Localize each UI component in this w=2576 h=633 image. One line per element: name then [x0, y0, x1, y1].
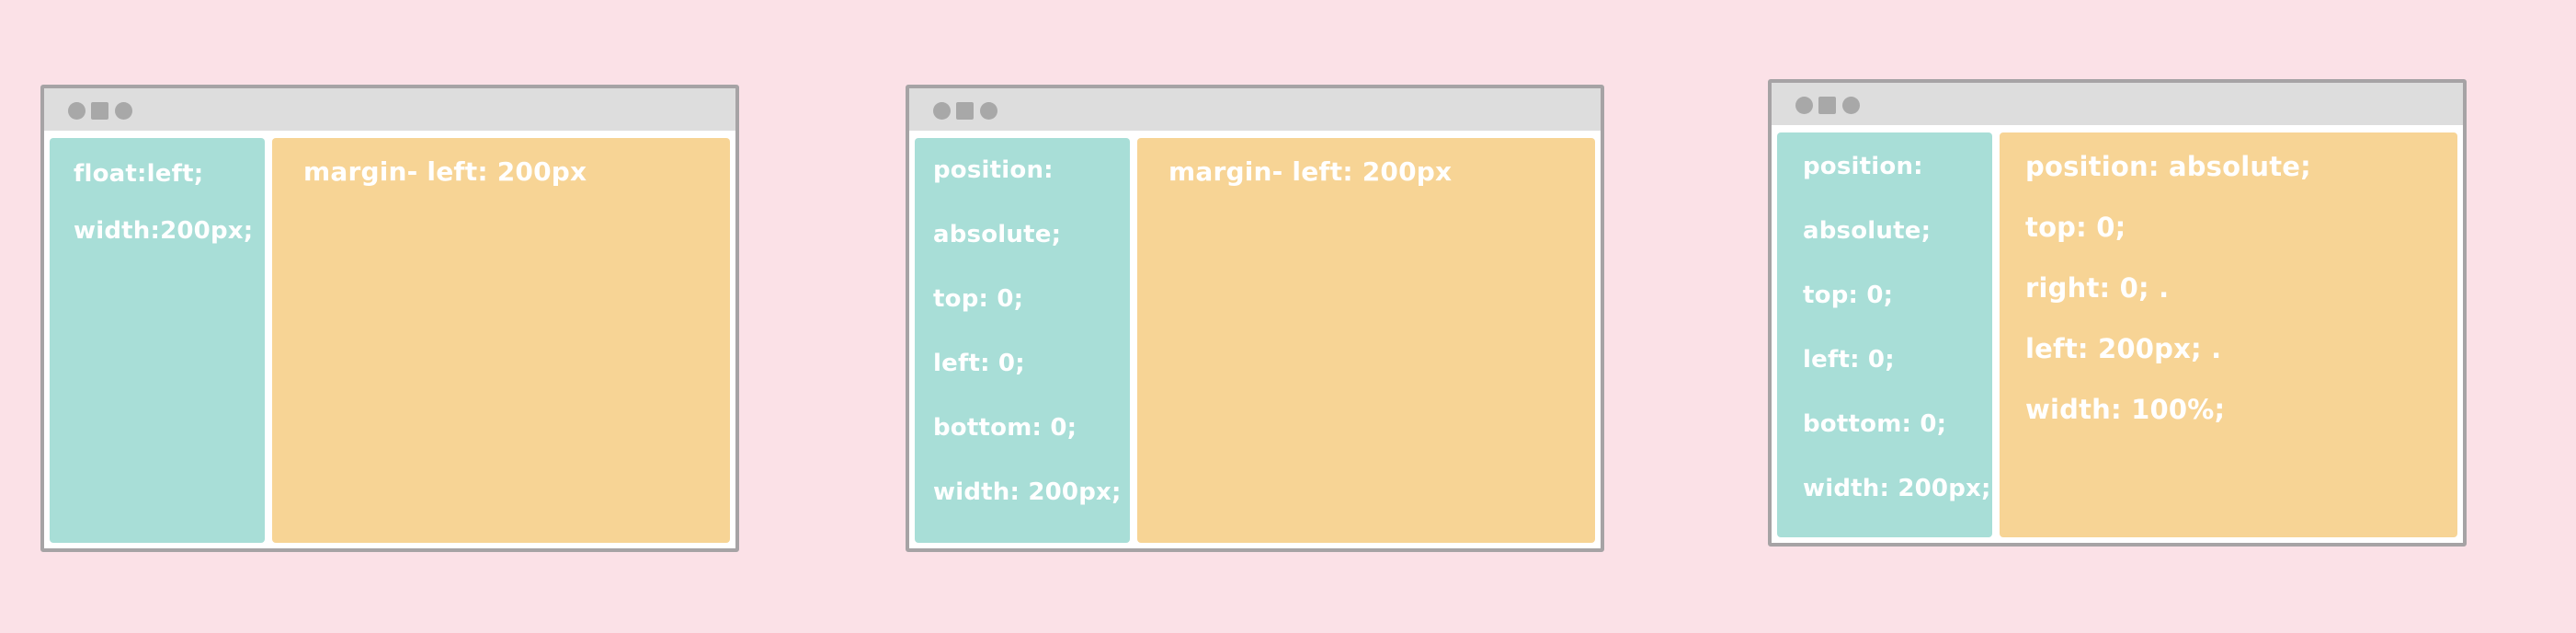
- css-rule-text: right: 0; .: [2025, 272, 2170, 304]
- css-rule-text: float:left;: [74, 160, 204, 188]
- css-rule-text: position:: [933, 156, 1054, 184]
- css-rule-text: top: 0;: [2025, 212, 2126, 243]
- css-rule-text: width:200px;: [74, 217, 254, 245]
- sidebar-column: position: absolute; top: 0; left: 0; bot…: [915, 138, 1130, 543]
- main-content-column: margin- left: 200px: [1137, 138, 1595, 543]
- css-rule-text: left: 0;: [1803, 346, 1895, 374]
- css-rule-text: bottom: 0;: [1803, 410, 1947, 438]
- window-control-circle-icon: [1842, 97, 1860, 114]
- css-rule-text: margin- left: 200px: [1168, 156, 1453, 187]
- window-control-circle-icon: [1795, 97, 1813, 114]
- browser-window-float-layout: float:left; width:200px; margin- left: 2…: [40, 85, 739, 552]
- window-control-circle-icon: [933, 102, 951, 120]
- css-rule-text: left: 0;: [933, 350, 1025, 377]
- window-titlebar: [44, 88, 735, 131]
- window-control-square-icon: [1818, 97, 1836, 114]
- css-rule-text: absolute;: [933, 221, 1062, 248]
- css-rule-text: position:: [1803, 153, 1923, 180]
- main-content-column: position: absolute; top: 0; right: 0; . …: [2000, 132, 2457, 537]
- css-rule-text: top: 0;: [933, 285, 1024, 313]
- css-rule-text: margin- left: 200px: [303, 156, 587, 187]
- window-control-circle-icon: [980, 102, 997, 120]
- window-titlebar: [1772, 83, 2463, 125]
- css-rule-text: width: 200px;: [933, 478, 1122, 506]
- css-rule-text: position: absolute;: [2025, 151, 2311, 182]
- main-content-column: margin- left: 200px: [272, 138, 730, 543]
- sidebar-column: position: absolute; top: 0; left: 0; bot…: [1777, 132, 1992, 537]
- window-control-circle-icon: [68, 102, 85, 120]
- css-rule-text: absolute;: [1803, 217, 1932, 245]
- css-rule-text: width: 200px;: [1803, 475, 1991, 502]
- window-titlebar: [909, 88, 1601, 131]
- window-control-circle-icon: [115, 102, 132, 120]
- css-rule-text: top: 0;: [1803, 282, 1894, 309]
- sidebar-column: float:left; width:200px;: [50, 138, 265, 543]
- css-rule-text: width: 100%;: [2025, 394, 2226, 425]
- browser-window-absolute-both-layout: position: absolute; top: 0; left: 0; bot…: [1768, 79, 2467, 547]
- window-control-square-icon: [956, 102, 974, 120]
- browser-window-absolute-sidebar-layout: position: absolute; top: 0; left: 0; bot…: [906, 85, 1604, 552]
- css-rule-text: left: 200px; .: [2025, 333, 2222, 364]
- window-control-square-icon: [91, 102, 108, 120]
- css-rule-text: bottom: 0;: [933, 414, 1077, 442]
